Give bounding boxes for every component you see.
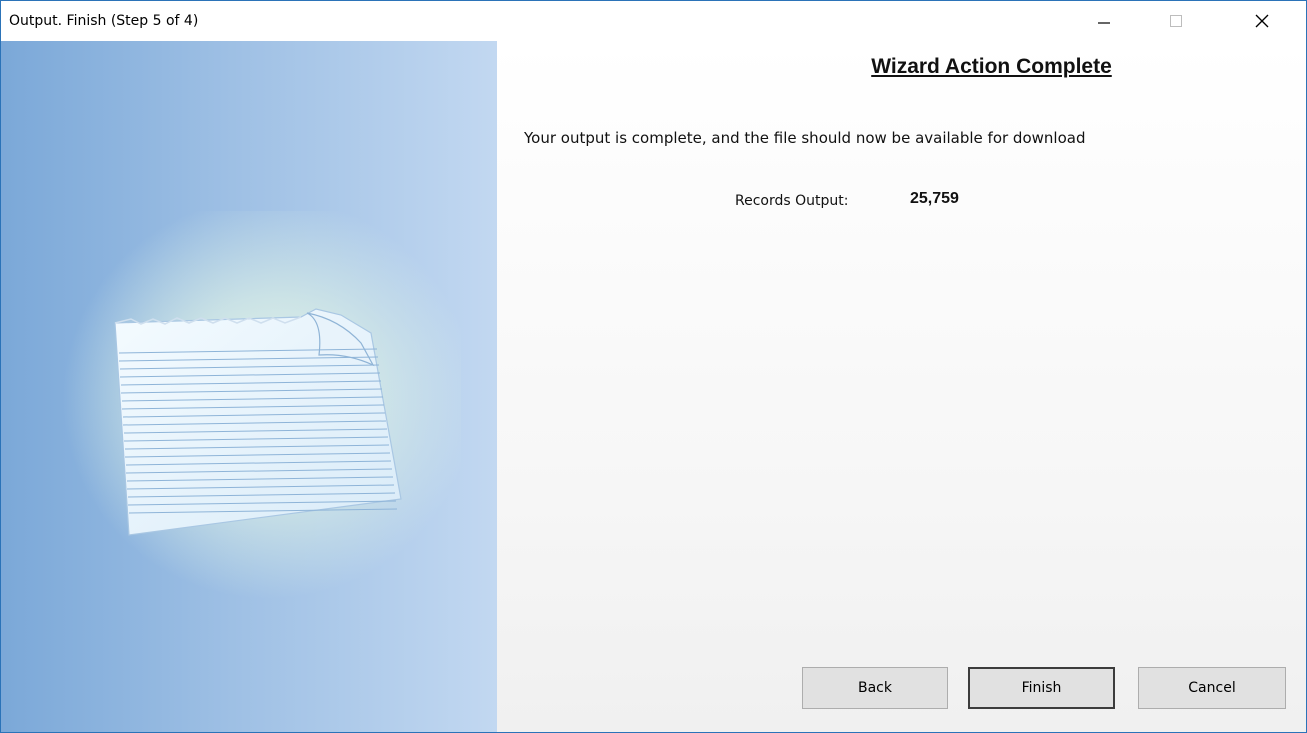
wizard-content: Wizard Action Complete Your output is co… (497, 41, 1306, 732)
page-title: Wizard Action Complete (871, 55, 1112, 78)
maximize-button[interactable] (1153, 1, 1199, 41)
finish-button[interactable]: Finish (968, 667, 1115, 709)
maximize-icon (1170, 15, 1182, 27)
cancel-button[interactable]: Cancel (1138, 667, 1286, 709)
minimize-icon (1098, 22, 1110, 24)
document-page-icon (114, 308, 402, 536)
wizard-side-panel (1, 41, 497, 732)
back-button[interactable]: Back (802, 667, 948, 709)
minimize-button[interactable] (1081, 1, 1127, 41)
wizard-window: Output. Finish (Step 5 of 4) Wizard Acti… (0, 0, 1307, 733)
window-title: Output. Finish (Step 5 of 4) (9, 13, 199, 29)
records-output-label: Records Output: (735, 193, 849, 209)
completion-message: Your output is complete, and the file sh… (524, 129, 1086, 147)
close-icon (1255, 14, 1269, 28)
title-bar[interactable]: Output. Finish (Step 5 of 4) (1, 1, 1306, 41)
close-button[interactable] (1239, 1, 1285, 41)
records-output-value: 25,759 (910, 190, 959, 207)
